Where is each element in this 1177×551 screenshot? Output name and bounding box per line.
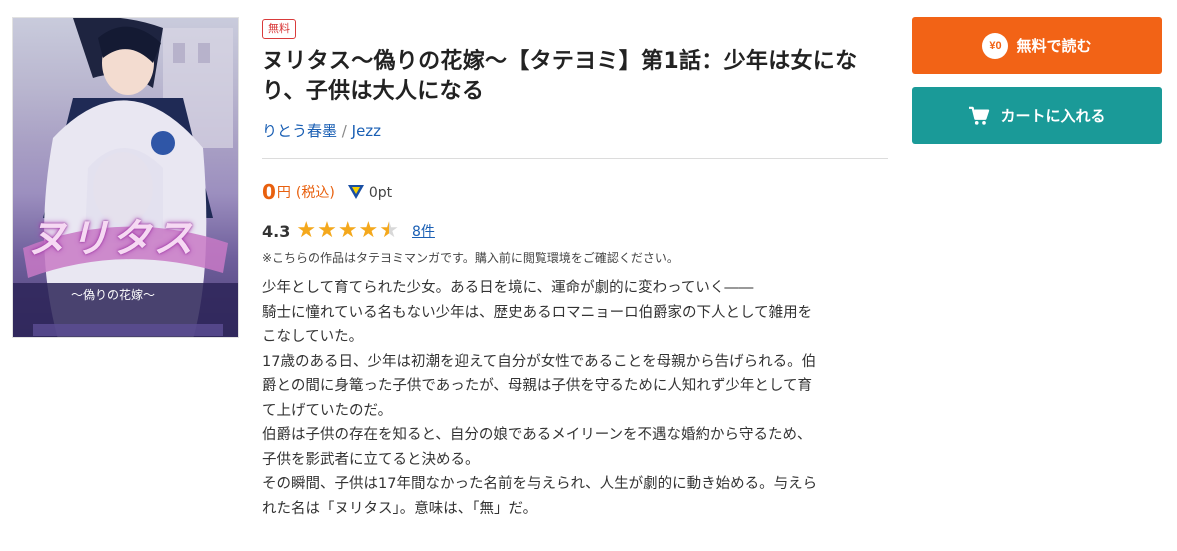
cover-image[interactable]: ヌリタス ～偽りの花嫁～ <box>12 17 239 338</box>
format-note: ※こちらの作品はタテヨミマンガです。購入前に閲覧環境をご確認ください。 <box>262 251 679 265</box>
description-line: こなしていた。 <box>262 329 364 345</box>
star-icon: ★ <box>296 218 317 243</box>
author-link[interactable]: Jezz <box>352 122 381 140</box>
author-link[interactable]: りとう春墨 <box>262 122 337 140</box>
add-to-cart-label: カートに入れる <box>1000 108 1106 125</box>
description-line: 少年として育てられた少女。ある日を境に、運命が劇的に変わっていく―― <box>262 280 754 296</box>
description: 少年として育てられた少女。ある日を境に、運命が劇的に変わっていく―― 騎士に憧れ… <box>262 276 888 521</box>
cover-subtitle-overlay: ～偽りの花嫁～ <box>71 288 156 302</box>
author-list: りとう春墨 / Jezz <box>262 121 888 141</box>
star-icon: ★ <box>337 218 358 243</box>
review-count-link[interactable]: 8件 <box>412 221 435 241</box>
star-icon: ★ <box>358 218 379 243</box>
description-line: 爵との間に身篭った子供であったが、母親は子供を守るために人知れず少年として育 <box>262 378 812 394</box>
cover-title-overlay: ヌリタス <box>27 215 195 262</box>
description-line: 伯爵は子供の存在を知ると、自分の娘であるメイリーンを不遇な婚約から守るため、 <box>262 427 812 443</box>
half-star-icon: ★ <box>379 218 400 243</box>
purchase-actions: ¥0 無料で読む カートに入れる <box>912 17 1162 144</box>
description-line: れた名は「ヌリタス」。意味は、「無」だ。 <box>262 500 538 517</box>
rating-stars: ★ ★ ★ ★ ★ <box>296 219 400 243</box>
rating-value: 4.3 <box>262 221 291 241</box>
description-line: 子供を影武者に立てると決める。 <box>262 451 480 468</box>
rating-row: 4.3 ★ ★ ★ ★ ★ 8件 <box>262 218 888 244</box>
add-to-cart-button[interactable]: カートに入れる <box>912 87 1162 144</box>
price-amount: 0 <box>262 180 276 204</box>
price-row: 0 円 (税込) 0pt <box>262 176 888 204</box>
description-line: 17歳のある日、少年は初潮を迎えて自分が女性であることを母親から告げられる。伯 <box>262 353 817 370</box>
divider <box>262 158 888 159</box>
price-tax: (税込) <box>295 185 335 201</box>
points-value: 0pt <box>368 185 393 201</box>
free-badge: 無料 <box>262 19 296 39</box>
star-icon: ★ <box>317 218 337 243</box>
author-separator: / <box>341 122 347 140</box>
read-free-label: 無料で読む <box>1016 38 1092 55</box>
description-line: 騎士に憧れている名もない少年は、歴史あるロマニョーロ伯爵家の下人として雑用を <box>262 304 813 321</box>
cart-icon <box>969 106 990 125</box>
points-icon <box>346 183 365 201</box>
yen-coin-icon: ¥0 <box>982 32 1009 59</box>
page-title: ヌリタス～偽りの花嫁～【タテヨミ】第1話：少年は女になり、子供は大人になる <box>262 49 858 104</box>
read-free-button[interactable]: ¥0 無料で読む <box>912 17 1162 74</box>
price-unit: 円 <box>276 185 291 201</box>
description-line: て上げていたのだ。 <box>262 402 393 419</box>
description-line: その瞬間、子供は17年間なかった名前を与えられ、人生が劇的に動き始める。与えら <box>262 476 818 492</box>
product-details: 無料 ヌリタス～偽りの花嫁～【タテヨミ】第1話：少年は女になり、子供は大人になる… <box>262 17 888 521</box>
